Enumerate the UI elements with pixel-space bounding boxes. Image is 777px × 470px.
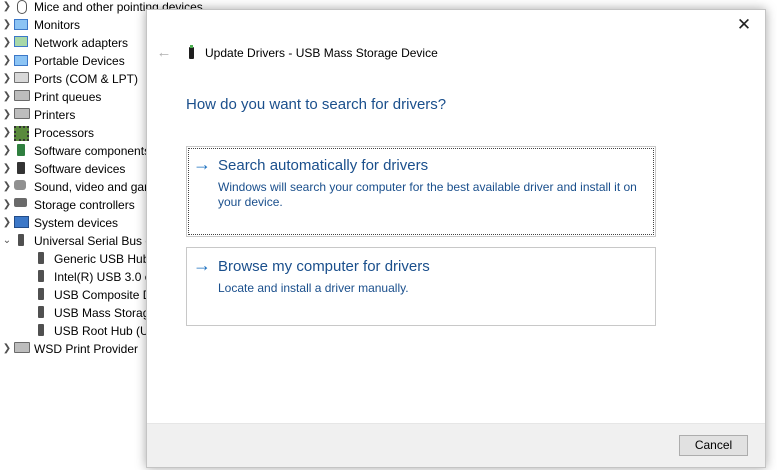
chevron-right-icon[interactable]: ❯ [0, 0, 14, 16]
tree-item-label: Software components [34, 144, 151, 158]
wsd-print-icon [14, 342, 30, 356]
arrow-right-icon: → [193, 255, 211, 275]
chevron-right-icon[interactable]: ❯ [0, 214, 14, 232]
tree-item-label: Software devices [34, 162, 126, 176]
software-device-icon [14, 162, 30, 176]
usb-icon [34, 306, 50, 320]
tree-item-label: Monitors [34, 18, 81, 32]
print-queue-icon [14, 90, 30, 104]
close-icon[interactable]: ✕ [733, 14, 755, 36]
tree-item-label: Print queues [34, 90, 102, 104]
tree-item-label: Generic USB Hub [54, 252, 150, 266]
chevron-right-icon[interactable]: ❯ [0, 178, 14, 196]
processor-icon [14, 126, 30, 141]
dialog-title: Update Drivers - USB Mass Storage Device [205, 46, 438, 60]
chevron-right-icon[interactable]: ❯ [0, 160, 14, 178]
cancel-button[interactable]: Cancel [679, 435, 748, 456]
usb-device-icon [189, 45, 194, 59]
chevron-down-icon[interactable]: ⌄ [0, 232, 14, 250]
printer-icon [14, 108, 30, 122]
tree-item-storage-controllers[interactable]: ❯ Storage controllers [0, 196, 135, 214]
tree-item-print-queues[interactable]: ❯ Print queues [0, 88, 101, 106]
browse-computer-option[interactable]: → Browse my computer for drivers Locate … [186, 247, 656, 326]
tree-item-monitors[interactable]: ❯ Monitors [0, 16, 80, 34]
storage-controller-icon [14, 198, 30, 212]
portable-device-icon [14, 54, 30, 68]
tree-item-software-components[interactable]: ❯ Software components [0, 142, 150, 160]
option-description: Locate and install a driver manually. [218, 281, 409, 295]
mouse-icon [14, 0, 30, 14]
chevron-right-icon[interactable]: ❯ [0, 142, 14, 160]
tree-item-software-devices[interactable]: ❯ Software devices [0, 160, 125, 178]
search-automatically-option[interactable]: → Search automatically for drivers Windo… [186, 146, 656, 237]
usb-icon [34, 288, 50, 302]
tree-item-system-devices[interactable]: ❯ System devices [0, 214, 118, 232]
chevron-right-icon[interactable]: ❯ [0, 16, 14, 34]
chevron-right-icon[interactable]: ❯ [0, 70, 14, 88]
option-title: Browse my computer for drivers [218, 258, 430, 275]
software-component-icon [14, 144, 30, 158]
update-drivers-dialog: ✕ ← Update Drivers - USB Mass Storage De… [146, 9, 766, 468]
option-title: Search automatically for drivers [218, 157, 429, 174]
tree-item-wsd-print-provider[interactable]: ❯ WSD Print Provider [0, 340, 138, 358]
sound-icon [14, 180, 30, 194]
tree-item-label: Printers [34, 108, 76, 122]
tree-item-ports[interactable]: ❯ Ports (COM & LPT) [0, 70, 138, 88]
chevron-right-icon[interactable]: ❯ [0, 340, 14, 358]
chevron-right-icon[interactable]: ❯ [0, 88, 14, 106]
chevron-right-icon[interactable]: ❯ [0, 196, 14, 214]
usb-icon [34, 252, 50, 266]
tree-item-portable-devices[interactable]: ❯ Portable Devices [0, 52, 125, 70]
usb-icon [34, 324, 50, 338]
dialog-footer: Cancel [147, 423, 765, 467]
monitor-icon [14, 18, 30, 32]
tree-item-label: Network adapters [34, 36, 129, 50]
back-arrow-icon[interactable]: ← [155, 44, 173, 62]
dialog-question: How do you want to search for drivers? [186, 96, 447, 113]
usb-controller-icon [14, 234, 30, 248]
tree-item-label: Storage controllers [34, 198, 135, 212]
tree-item-printers[interactable]: ❯ Printers [0, 106, 75, 124]
tree-item-label: Portable Devices [34, 54, 125, 68]
tree-item-label: System devices [34, 216, 119, 230]
usb-icon [34, 270, 50, 284]
tree-item-processors[interactable]: ❯ Processors [0, 124, 94, 142]
system-device-icon [14, 216, 30, 230]
tree-item-label: Ports (COM & LPT) [34, 72, 139, 86]
network-adapter-icon [14, 36, 30, 50]
chevron-right-icon[interactable]: ❯ [0, 52, 14, 70]
chevron-right-icon[interactable]: ❯ [0, 34, 14, 52]
chevron-right-icon[interactable]: ❯ [0, 124, 14, 142]
tree-item-generic-usb-hub[interactable]: Generic USB Hub [34, 250, 149, 268]
chevron-right-icon[interactable]: ❯ [0, 106, 14, 124]
arrow-right-icon: → [193, 154, 211, 174]
tree-item-label: Processors [34, 126, 95, 140]
tree-item-label: WSD Print Provider [34, 342, 139, 356]
option-description: Windows will search your computer for th… [218, 180, 637, 209]
port-icon [14, 72, 30, 86]
tree-item-network-adapters[interactable]: ❯ Network adapters [0, 34, 128, 52]
